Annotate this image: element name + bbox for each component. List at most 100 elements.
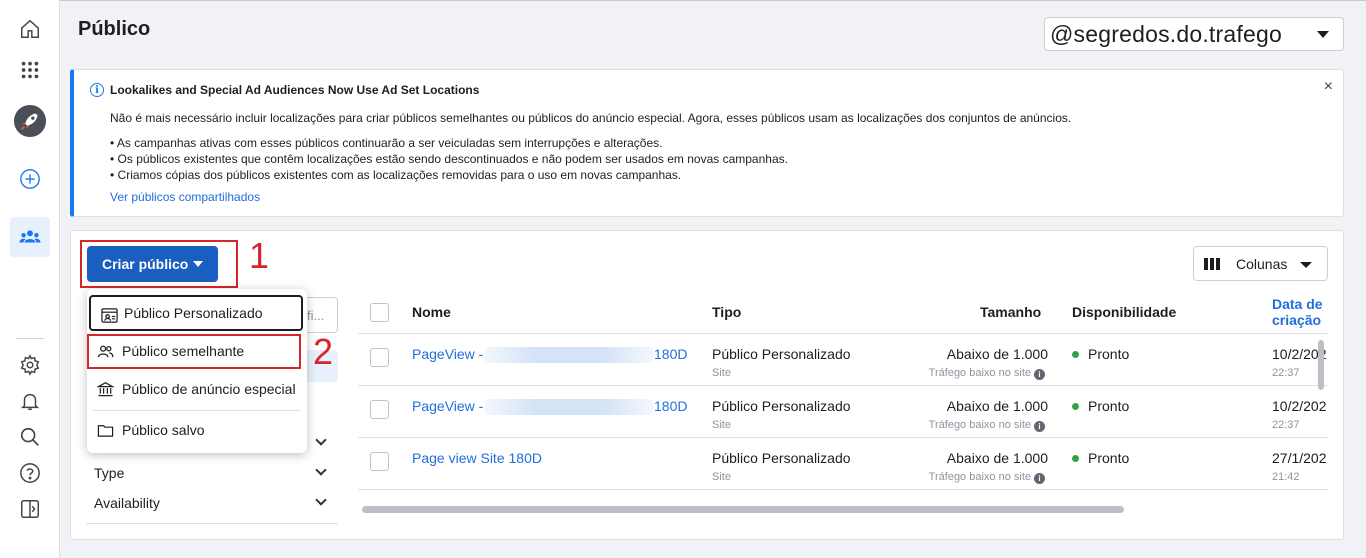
size-note: Tráfego baixo no site i	[880, 471, 1045, 484]
info-banner: i Lookalikes and Special Ad Audiences No…	[70, 69, 1344, 217]
audience-name[interactable]: PageView -	[412, 346, 483, 362]
audience-type: Público Personalizado	[712, 450, 851, 466]
info-icon[interactable]: i	[1034, 369, 1045, 380]
panel-toggle-icon[interactable]	[10, 489, 50, 529]
rocket-icon[interactable]	[10, 101, 50, 141]
row-checkbox[interactable]	[370, 348, 389, 367]
annotation-highlight-1	[80, 240, 238, 288]
header-name[interactable]: Nome	[412, 304, 451, 320]
row-divider	[358, 333, 1328, 334]
size-note-text: Tráfego baixo no site	[928, 419, 1031, 431]
filter-type[interactable]: Type	[94, 465, 124, 481]
audience-size: Abaixo de 1.000	[946, 346, 1048, 362]
annotation-number-1: 1	[249, 235, 270, 276]
select-all-checkbox[interactable]	[370, 303, 389, 322]
row-divider	[358, 385, 1328, 386]
status-dot	[1072, 351, 1079, 358]
bell-icon[interactable]	[10, 381, 50, 421]
audience-date: 10/2/202	[1272, 398, 1327, 414]
header-availability[interactable]: Disponibilidade	[1072, 304, 1176, 320]
menu-item-special-ad-audience[interactable]: Público de anúncio especial	[87, 371, 307, 407]
banner-bullets: As campanhas ativas com esses públicos c…	[110, 135, 788, 183]
audience-status: Pronto	[1088, 346, 1130, 362]
add-circle-icon[interactable]	[10, 159, 50, 199]
redacted-text	[484, 347, 654, 363]
audience-name-suffix[interactable]: 180D	[654, 398, 687, 414]
menu-item-saved-audience[interactable]: Público salvo	[87, 412, 307, 448]
row-checkbox[interactable]	[370, 400, 389, 419]
banner-bullet: Criamos cópias dos públicos existentes c…	[110, 167, 788, 183]
audience-type: Público Personalizado	[712, 346, 851, 362]
header-size[interactable]: Tamanho	[980, 304, 1041, 320]
bank-icon	[97, 381, 114, 397]
audience-source: Site	[712, 367, 731, 379]
home-icon[interactable]	[10, 9, 50, 49]
size-note: Tráfego baixo no site i	[880, 419, 1045, 432]
info-icon[interactable]: i	[1034, 473, 1045, 484]
filter-divider	[86, 523, 338, 524]
help-icon[interactable]	[10, 453, 50, 493]
banner-bullet: As campanhas ativas com esses públicos c…	[110, 135, 788, 151]
audience-status: Pronto	[1088, 398, 1130, 414]
apps-grid-icon[interactable]	[10, 50, 50, 90]
audience-name[interactable]: PageView -	[412, 398, 483, 414]
annotation-highlight-2	[87, 334, 301, 369]
columns-icon	[1204, 258, 1221, 270]
header-date-line2: criação	[1272, 312, 1322, 328]
audience-name[interactable]: Page view Site 180D	[412, 450, 542, 466]
audience-source: Site	[712, 471, 731, 483]
header-date-created[interactable]: Data de criação	[1272, 296, 1323, 328]
page-title: Público	[78, 18, 151, 40]
banner-bullet: Os públicos existentes que contêm locali…	[110, 151, 788, 167]
shared-audiences-link[interactable]: Ver públicos compartilhados	[110, 190, 260, 204]
audience-type: Público Personalizado	[712, 398, 851, 414]
size-note-text: Tráfego baixo no site	[928, 471, 1031, 483]
menu-item-label: Público Personalizado	[124, 305, 263, 321]
audience-date: 27/1/202	[1272, 450, 1327, 466]
audience-status: Pronto	[1088, 450, 1130, 466]
filter-availability[interactable]: Availability	[94, 495, 160, 511]
row-divider	[358, 437, 1328, 438]
menu-item-label: Público salvo	[122, 422, 205, 438]
header-date-line1: Data de	[1272, 296, 1323, 312]
banner-description: Não é mais necessário incluir localizaçõ…	[110, 111, 1072, 125]
audiences-icon[interactable]	[10, 217, 50, 257]
row-divider	[358, 489, 1328, 490]
header-type[interactable]: Tipo	[712, 304, 741, 320]
account-name: @segredos.do.trafego	[1050, 20, 1282, 47]
row-checkbox[interactable]	[370, 452, 389, 471]
rail-divider	[16, 338, 44, 339]
close-icon[interactable]: ×	[1324, 78, 1333, 96]
audience-size: Abaixo de 1.000	[946, 398, 1048, 414]
caret-down-icon	[1300, 262, 1312, 268]
menu-divider	[93, 410, 301, 411]
banner-title: Lookalikes and Special Ad Audiences Now …	[110, 83, 480, 97]
status-dot	[1072, 455, 1079, 462]
menu-item-label: Público de anúncio especial	[122, 381, 296, 397]
redacted-text	[484, 399, 654, 415]
audience-size: Abaixo de 1.000	[946, 450, 1048, 466]
audience-name-suffix[interactable]: 180D	[654, 346, 687, 362]
size-note-text: Tráfego baixo no site	[928, 367, 1031, 379]
left-navigation-rail	[0, 0, 60, 558]
annotation-number-2: 2	[313, 331, 334, 372]
columns-button[interactable]: Colunas	[1193, 246, 1328, 281]
caret-down-icon	[1317, 31, 1329, 38]
custom-audience-icon	[101, 308, 118, 323]
vertical-scrollbar[interactable]	[1318, 340, 1324, 390]
horizontal-scrollbar[interactable]	[362, 506, 1124, 513]
search-icon[interactable]	[10, 417, 50, 457]
folder-icon	[97, 425, 114, 437]
status-dot	[1072, 403, 1079, 410]
settings-icon[interactable]	[10, 345, 50, 385]
account-selector[interactable]: @segredos.do.trafego	[1044, 17, 1344, 51]
audience-time: 22:37	[1272, 419, 1300, 431]
info-icon[interactable]: i	[1034, 421, 1045, 432]
top-border	[60, 0, 1366, 1]
create-audience-menu: Público Personalizado Público semelhante…	[87, 289, 307, 453]
size-note: Tráfego baixo no site i	[880, 367, 1045, 380]
menu-item-custom-audience[interactable]: Público Personalizado	[89, 295, 303, 331]
columns-label: Colunas	[1236, 255, 1288, 272]
info-icon: i	[90, 83, 104, 97]
audience-source: Site	[712, 419, 731, 431]
